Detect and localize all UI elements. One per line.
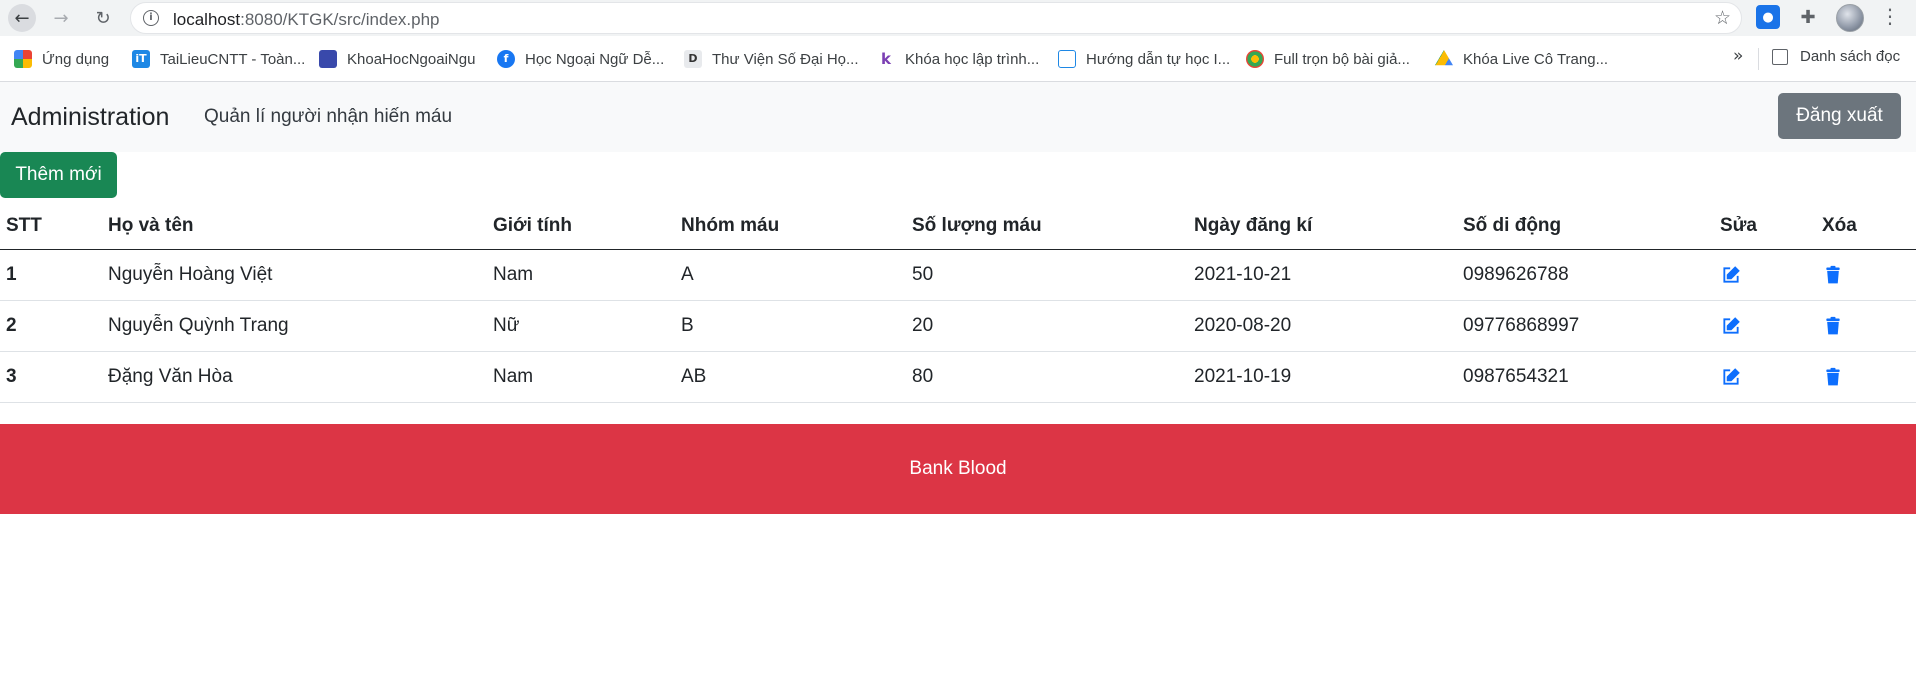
cell-name: Đặng Văn Hòa	[108, 366, 233, 387]
site-footer: Bank Blood	[0, 424, 1916, 514]
trash-icon[interactable]	[1822, 264, 1844, 286]
extensions-puzzle-icon[interactable]: ✚	[1796, 5, 1820, 29]
edit-icon[interactable]	[1720, 366, 1742, 388]
nav-link-donor-management[interactable]: Quản lí người nhận hiến máu	[204, 106, 452, 128]
bookmark-hoc-ngoai-ngu[interactable]: f Học Ngoại Ngữ Dễ...	[497, 48, 664, 70]
table-row: 1 Nguyễn Hoàng Việt Nam A 50 2021-10-21 …	[0, 250, 1916, 301]
edit-icon[interactable]	[1720, 264, 1742, 286]
reload-icon[interactable]: ↻	[89, 4, 117, 32]
delete-cell	[1822, 250, 1844, 300]
library-icon: D	[684, 50, 702, 68]
bookmark-label: Khóa Live Cô Trang...	[1463, 50, 1609, 68]
bookmark-label: Khóa học lập trình...	[905, 50, 1040, 68]
logout-button[interactable]: Đăng xuất	[1778, 93, 1901, 139]
cell-stt: 1	[6, 264, 17, 285]
bookmark-khoahocngoaingu[interactable]: KhoaHocNgoaiNgu	[319, 48, 475, 70]
bookmark-label: TaiLieuCNTT - Toàn...	[160, 50, 306, 68]
edit-cell	[1720, 301, 1742, 351]
cell-phone: 09776868997	[1463, 315, 1580, 336]
cell-amount: 20	[912, 315, 934, 336]
bookmark-label: Thư Viện Số Đại Họ...	[712, 50, 859, 68]
header-name: Họ và tên	[108, 214, 194, 236]
browser-toolbar: ← → ↻ i localhost:8080/KTGK/src/index.ph…	[0, 0, 1916, 36]
apps-grid-icon	[14, 50, 32, 68]
back-arrow-icon[interactable]: ←	[8, 4, 36, 32]
profile-avatar[interactable]	[1836, 4, 1864, 32]
edit-cell	[1720, 250, 1742, 300]
bookmarks-divider	[1758, 48, 1759, 70]
bookmark-tailieucntt[interactable]: iT TaiLieuCNTT - Toàn...	[132, 48, 305, 70]
header-amount: Số lượng máu	[912, 214, 1042, 236]
google-drive-icon	[1435, 50, 1453, 66]
bookmark-label: Full trọn bộ bài giả...	[1274, 50, 1410, 68]
bookmark-label: Hướng dẫn tự học I...	[1086, 50, 1231, 68]
reading-list-button[interactable]: Danh sách đọc	[1772, 48, 1900, 65]
table-row: 3 Đặng Văn Hòa Nam AB 80 2021-10-19 0987…	[0, 352, 1916, 403]
forward-arrow-icon[interactable]: →	[47, 4, 75, 32]
cell-blood-group: B	[681, 315, 694, 336]
bookmarks-bar: Ứng dụng iT TaiLieuCNTT - Toàn... KhoaHo…	[0, 36, 1916, 82]
reading-list-icon	[1772, 48, 1788, 65]
bookmark-khoa-hoc-lap-trinh[interactable]: k Khóa học lập trình...	[877, 48, 1039, 70]
cell-gender: Nam	[493, 366, 534, 387]
cell-name: Nguyễn Quỳnh Trang	[108, 315, 289, 336]
cell-name: Nguyễn Hoàng Việt	[108, 264, 273, 285]
bookmark-huong-dan-tu-hoc[interactable]: Hướng dẫn tự học I...	[1058, 48, 1230, 70]
header-date: Ngày đăng kí	[1194, 214, 1313, 236]
header-edit: Sửa	[1720, 214, 1757, 236]
reading-list-label: Danh sách đọc	[1800, 48, 1901, 65]
globe-icon	[1246, 50, 1264, 68]
header-phone: Số di động	[1463, 214, 1562, 236]
trash-icon[interactable]	[1822, 366, 1844, 388]
cell-gender: Nam	[493, 264, 534, 285]
cell-blood-group: AB	[681, 366, 707, 387]
table-row: 2 Nguyễn Quỳnh Trang Nữ B 20 2020-08-20 …	[0, 301, 1916, 352]
donor-table: STT Họ và tên Giới tính Nhóm máu Số lượn…	[0, 202, 1916, 403]
kebab-menu-icon[interactable]: ⋮	[1880, 4, 1900, 32]
bookmark-apps[interactable]: Ứng dụng	[14, 48, 109, 70]
brand-title[interactable]: Administration	[11, 103, 169, 132]
address-bar[interactable]: i localhost:8080/KTGK/src/index.php ☆	[130, 2, 1742, 34]
people-icon	[1058, 50, 1076, 68]
delete-cell	[1822, 352, 1844, 402]
table-header-row: STT Họ và tên Giới tính Nhóm máu Số lượn…	[0, 202, 1916, 250]
bookmark-label: KhoaHocNgoaiNgu	[347, 50, 476, 68]
header-gender: Giới tính	[493, 214, 572, 236]
k-logo-icon: k	[881, 50, 891, 68]
cell-phone: 0989626788	[1463, 264, 1569, 285]
bookmark-khoa-live[interactable]: Khóa Live Cô Trang...	[1435, 48, 1608, 70]
facebook-icon: f	[497, 50, 515, 68]
trash-icon[interactable]	[1822, 315, 1844, 337]
cell-phone: 0987654321	[1463, 366, 1569, 387]
site-icon	[319, 50, 337, 68]
cell-blood-group: A	[681, 264, 694, 285]
bookmark-thu-vien-so[interactable]: D Thư Viện Số Đại Họ...	[684, 48, 859, 70]
cell-stt: 3	[6, 366, 17, 387]
water-drop-extension-icon[interactable]: ●	[1756, 5, 1780, 29]
url-text[interactable]: localhost:8080/KTGK/src/index.php	[173, 10, 440, 30]
header-stt: STT	[6, 214, 42, 236]
header-blood-group: Nhóm máu	[681, 214, 780, 236]
add-new-button[interactable]: Thêm mới	[0, 152, 117, 198]
footer-text: Bank Blood	[909, 458, 1007, 479]
it-logo-icon: iT	[132, 50, 150, 68]
delete-cell	[1822, 301, 1844, 351]
header-delete: Xóa	[1822, 214, 1857, 236]
bookmark-star-icon[interactable]: ☆	[1714, 7, 1731, 29]
cell-date: 2020-08-20	[1194, 315, 1292, 336]
edit-icon[interactable]	[1720, 315, 1742, 337]
edit-cell	[1720, 352, 1742, 402]
cell-date: 2021-10-21	[1194, 264, 1292, 285]
site-info-icon[interactable]: i	[143, 10, 159, 26]
cell-amount: 50	[912, 264, 934, 285]
bookmark-label: Ứng dụng	[42, 50, 110, 68]
bookmark-label: Học Ngoại Ngữ Dễ...	[525, 50, 665, 68]
app-navbar: Administration Quản lí người nhận hiến m…	[0, 82, 1916, 152]
cell-amount: 80	[912, 366, 934, 387]
more-bookmarks-chevron-icon[interactable]: »	[1733, 46, 1743, 66]
bookmark-full-tron-bo[interactable]: Full trọn bộ bài giả...	[1246, 48, 1410, 70]
cell-gender: Nữ	[493, 315, 520, 336]
cell-date: 2021-10-19	[1194, 366, 1292, 387]
cell-stt: 2	[6, 315, 17, 336]
